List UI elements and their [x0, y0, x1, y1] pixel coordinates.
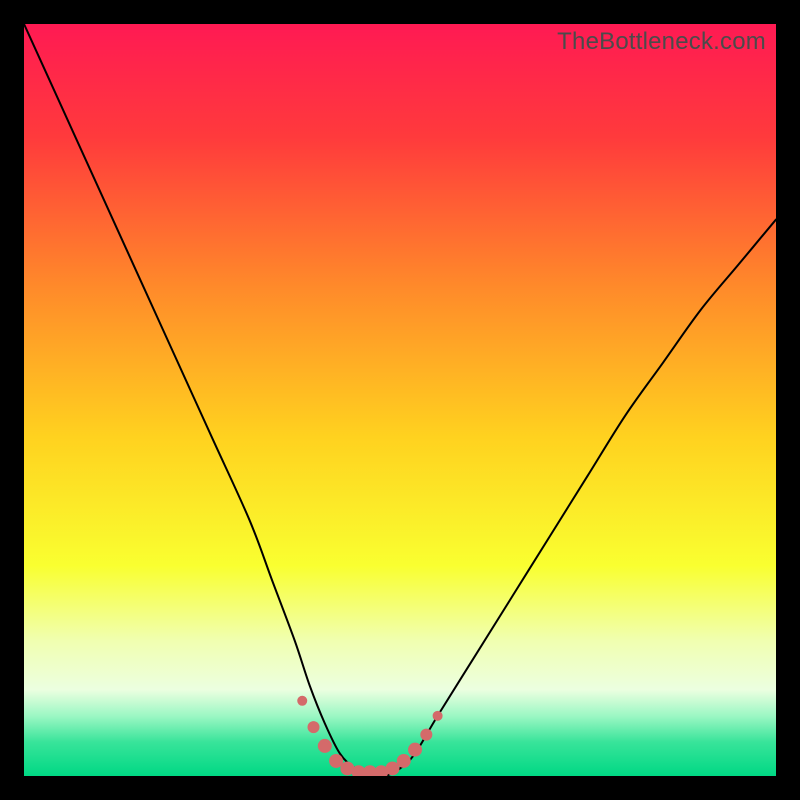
watermark-text: TheBottleneck.com: [557, 28, 766, 56]
valley-marker: [420, 729, 432, 741]
chart-frame: TheBottleneck.com: [24, 24, 776, 776]
gradient-background: [24, 24, 776, 776]
valley-marker: [318, 739, 332, 753]
valley-marker: [397, 754, 411, 768]
bottleneck-chart: [24, 24, 776, 776]
plot-area: [24, 24, 776, 776]
valley-marker: [297, 696, 307, 706]
valley-marker: [433, 711, 443, 721]
valley-marker: [308, 721, 320, 733]
valley-marker: [408, 743, 422, 757]
